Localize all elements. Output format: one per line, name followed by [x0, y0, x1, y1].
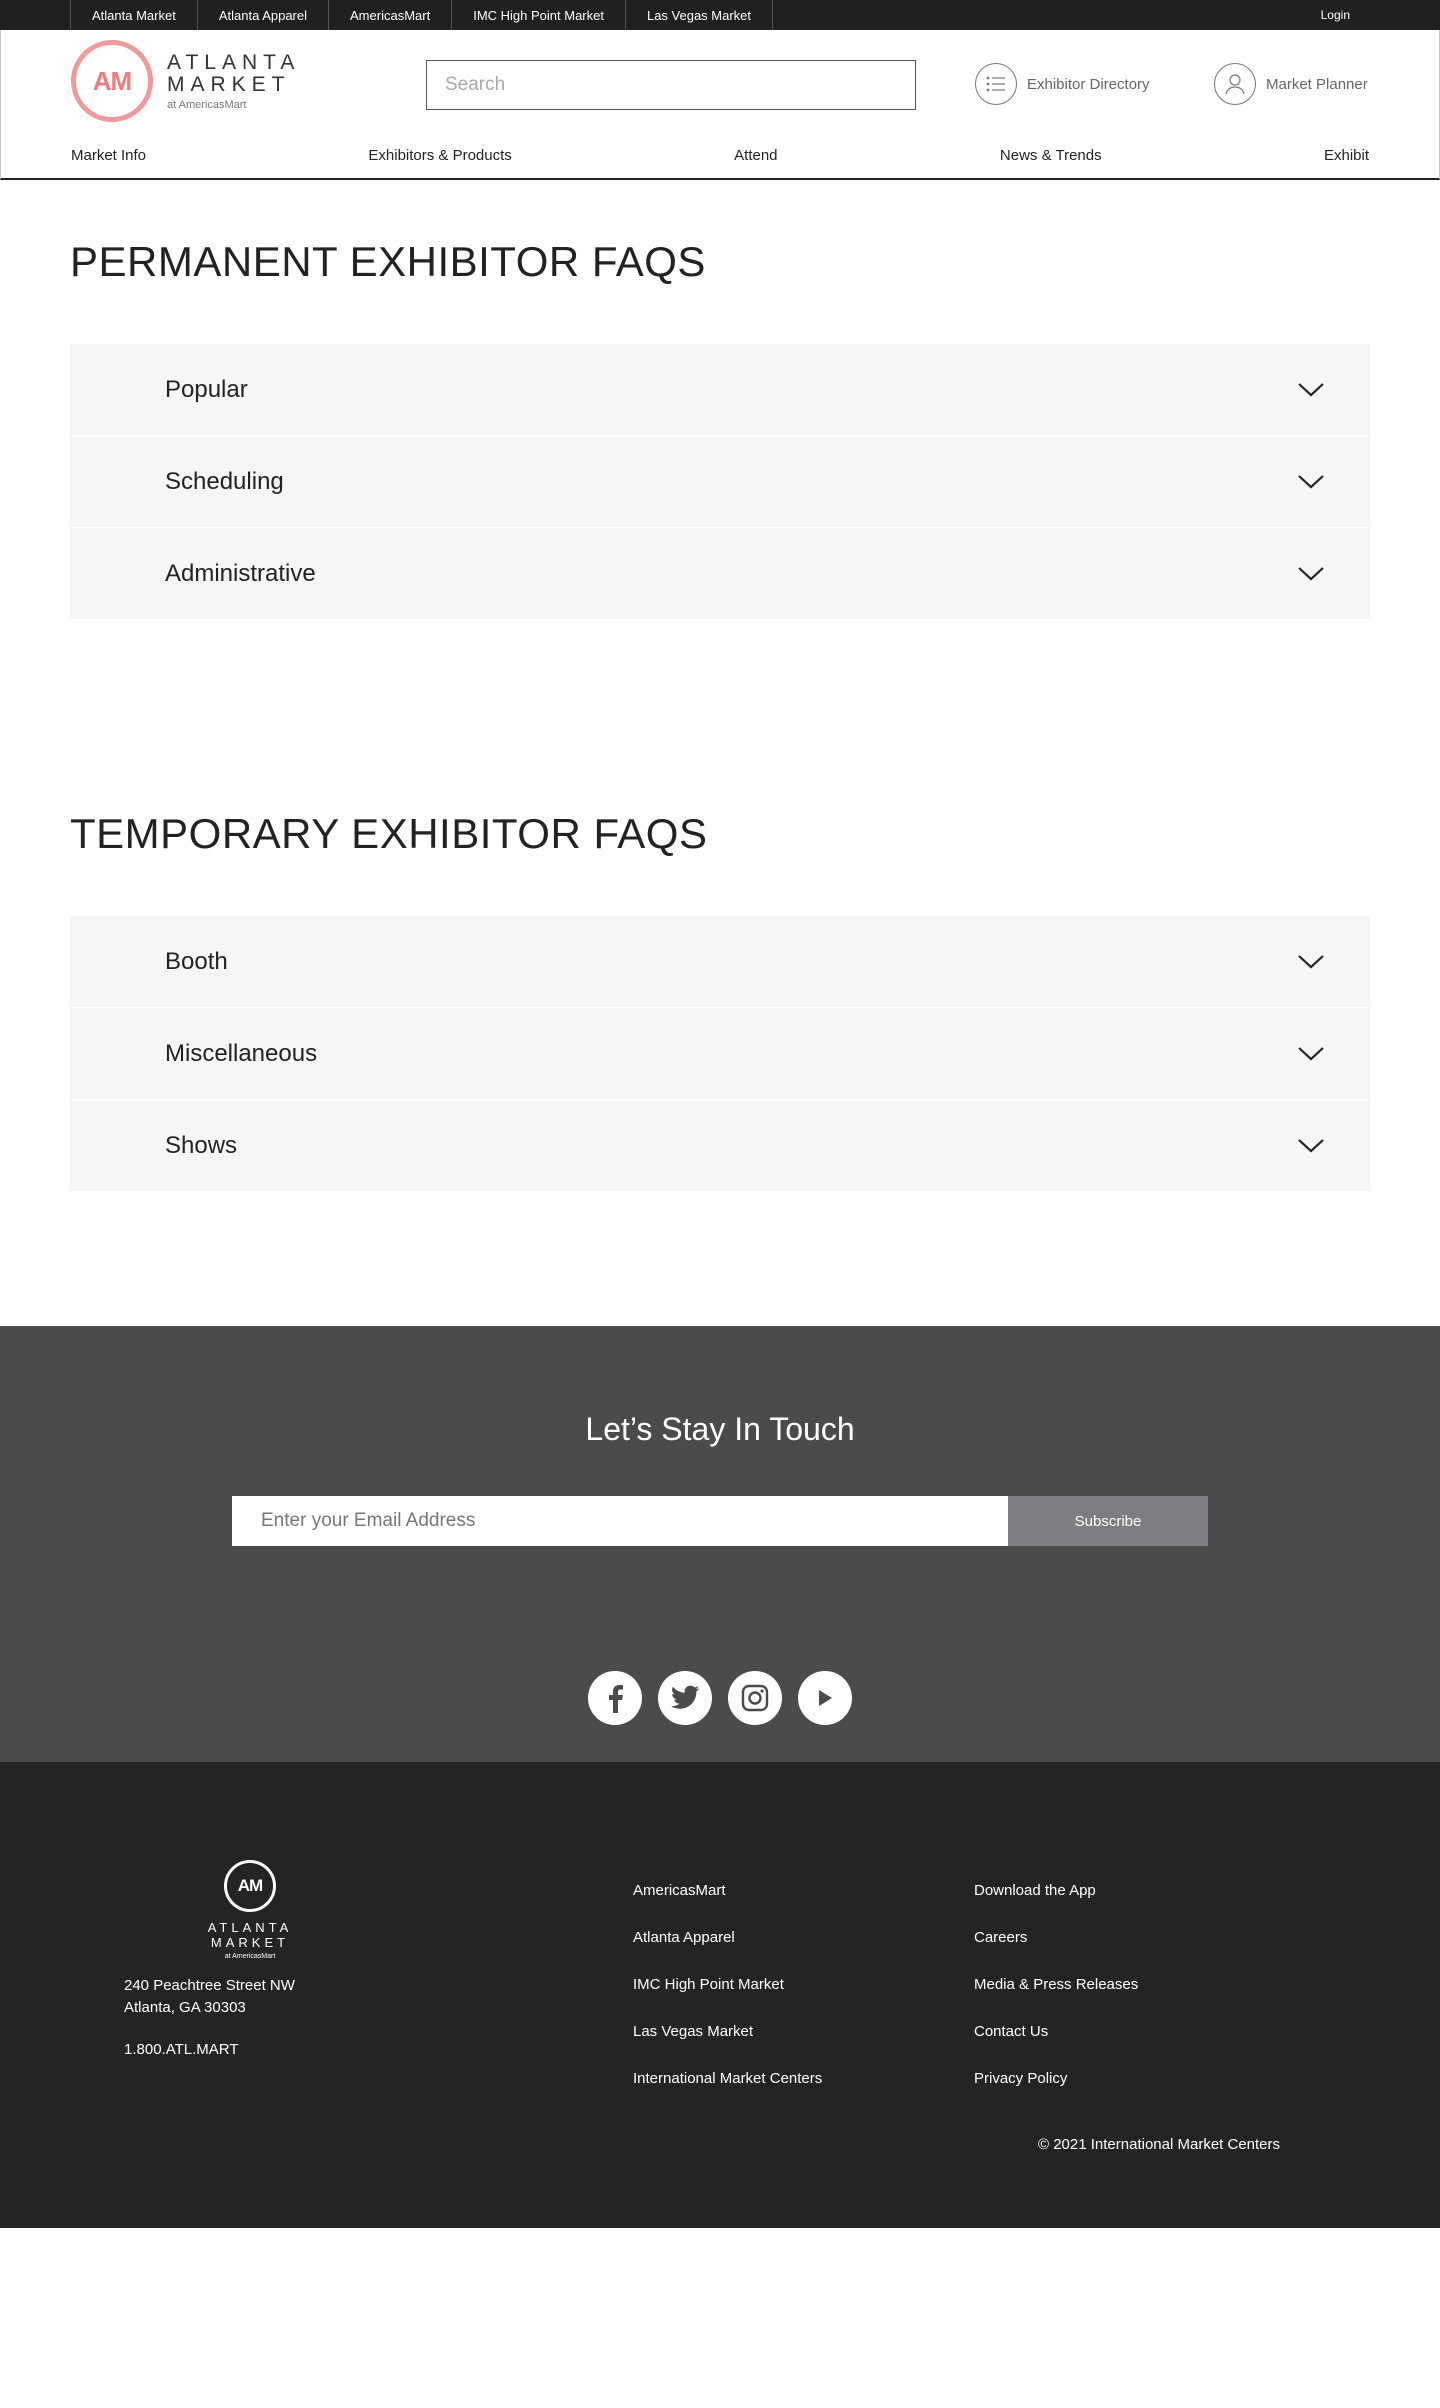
site-link-atlanta-apparel[interactable]: Atlanta Apparel [198, 0, 330, 30]
exhibitor-directory-label: Exhibitor Directory [1027, 75, 1150, 93]
chevron-down-icon [1298, 954, 1324, 968]
accordion-item-scheduling[interactable]: Scheduling [70, 436, 1370, 528]
atlanta-market-logo[interactable]: AM ATLANTA MARKET at AmericasMart [71, 40, 300, 122]
footer-link-imc[interactable]: International Market Centers [633, 2070, 822, 2088]
permanent-faqs-title: PERMANENT EXHIBITOR FAQS [70, 238, 706, 285]
footer-logo-line2: at AmericasMart [224, 1953, 276, 1960]
user-icon [1214, 63, 1256, 105]
social-links [588, 1671, 852, 1725]
footer-link-download-app[interactable]: Download the App [974, 1882, 1138, 1900]
newsletter-section: Let’s Stay In Touch Subscribe [0, 1326, 1440, 1762]
facebook-icon[interactable] [588, 1671, 642, 1725]
accordion-label: Scheduling [165, 467, 284, 495]
footer-link-imc-high-point[interactable]: IMC High Point Market [633, 1976, 822, 1994]
nav-market-info[interactable]: Market Info [71, 147, 146, 164]
exhibitor-directory-link[interactable]: Exhibitor Directory [975, 63, 1150, 105]
site-link-atlanta-market[interactable]: Atlanta Market [71, 0, 198, 30]
site-header: AM ATLANTA MARKET at AmericasMart Exhibi… [0, 30, 1440, 180]
nav-exhibit[interactable]: Exhibit [1324, 147, 1369, 164]
accordion-label: Popular [165, 375, 248, 403]
youtube-play-icon[interactable] [798, 1671, 852, 1725]
permanent-faqs-accordion: Popular Scheduling Administrative [70, 344, 1370, 620]
accordion-item-miscellaneous[interactable]: Miscellaneous [70, 1008, 1370, 1100]
accordion-label: Administrative [165, 559, 316, 587]
footer-link-careers[interactable]: Careers [974, 1929, 1138, 1947]
footer-link-media-press[interactable]: Media & Press Releases [974, 1976, 1138, 1994]
site-link-americasmart[interactable]: AmericasMart [329, 0, 453, 30]
market-sites-nav: Atlanta Market Atlanta Apparel AmericasM… [70, 0, 774, 30]
accordion-label: Shows [165, 1131, 238, 1159]
temporary-faqs-title: TEMPORARY EXHIBITOR FAQS [70, 810, 708, 857]
footer-link-atlanta-apparel[interactable]: Atlanta Apparel [633, 1929, 822, 1947]
chevron-down-icon [1298, 382, 1324, 396]
accordion-item-popular[interactable]: Popular [70, 344, 1370, 436]
chevron-down-icon [1298, 566, 1324, 580]
instagram-icon[interactable] [728, 1671, 782, 1725]
accordion-item-booth[interactable]: Booth [70, 916, 1370, 1008]
footer-links-info: Download the App Careers Media & Press R… [974, 1882, 1138, 2117]
nav-news-trends[interactable]: News & Trends [1000, 147, 1102, 164]
logo-wordmark: ATLANTA MARKET at AmericasMart [167, 50, 301, 111]
site-link-las-vegas-market[interactable]: Las Vegas Market [626, 0, 774, 30]
accordion-item-administrative[interactable]: Administrative [70, 528, 1370, 620]
footer-phone: 1.800.ATL.MART [124, 2041, 239, 2058]
chevron-down-icon [1298, 1138, 1324, 1152]
newsletter-title: Let’s Stay In Touch [585, 1411, 855, 1447]
footer-link-americasmart[interactable]: AmericasMart [633, 1882, 822, 1900]
site-footer: AM ATLANTA MARKET at AmericasMart 240 Pe… [0, 1762, 1440, 2228]
site-link-imc-high-point[interactable]: IMC High Point Market [452, 0, 626, 30]
market-planner-label: Market Planner [1266, 75, 1368, 93]
login-link[interactable]: Login [1321, 8, 1370, 22]
list-icon [975, 63, 1017, 105]
chevron-down-icon [1298, 474, 1324, 488]
accordion-item-shows[interactable]: Shows [70, 1100, 1370, 1192]
market-planner-link[interactable]: Market Planner [1214, 63, 1368, 105]
footer-links-markets: AmericasMart Atlanta Apparel IMC High Po… [633, 1882, 822, 2117]
email-field[interactable] [232, 1496, 1008, 1546]
footer-link-contact-us[interactable]: Contact Us [974, 2023, 1138, 2041]
footer-logo-mark: AM [224, 1860, 276, 1912]
main-nav: Market Info Exhibitors & Products Attend… [71, 147, 1369, 164]
logo-mark: AM [71, 40, 153, 122]
temporary-faqs-accordion: Booth Miscellaneous Shows [70, 916, 1370, 1192]
search-input[interactable] [426, 60, 916, 110]
twitter-icon[interactable] [658, 1671, 712, 1725]
nav-exhibitors-products[interactable]: Exhibitors & Products [368, 147, 511, 164]
footer-link-las-vegas-market[interactable]: Las Vegas Market [633, 2023, 822, 2041]
chevron-down-icon [1298, 1046, 1324, 1060]
accordion-label: Booth [165, 947, 228, 975]
footer-address: 240 Peachtree Street NW Atlanta, GA 3030… [124, 1977, 295, 2016]
accordion-label: Miscellaneous [165, 1039, 318, 1067]
copyright-text: © 2021 International Market Centers [1038, 2136, 1281, 2153]
footer-link-privacy-policy[interactable]: Privacy Policy [974, 2070, 1138, 2088]
footer-logo-line1: ATLANTA MARKET [207, 1920, 293, 1950]
top-utility-bar: Atlanta Market Atlanta Apparel AmericasM… [0, 0, 1440, 30]
footer-logo[interactable]: AM ATLANTA MARKET at AmericasMart [170, 1860, 330, 1960]
subscribe-button[interactable]: Subscribe [1008, 1496, 1208, 1546]
nav-attend[interactable]: Attend [734, 147, 777, 164]
